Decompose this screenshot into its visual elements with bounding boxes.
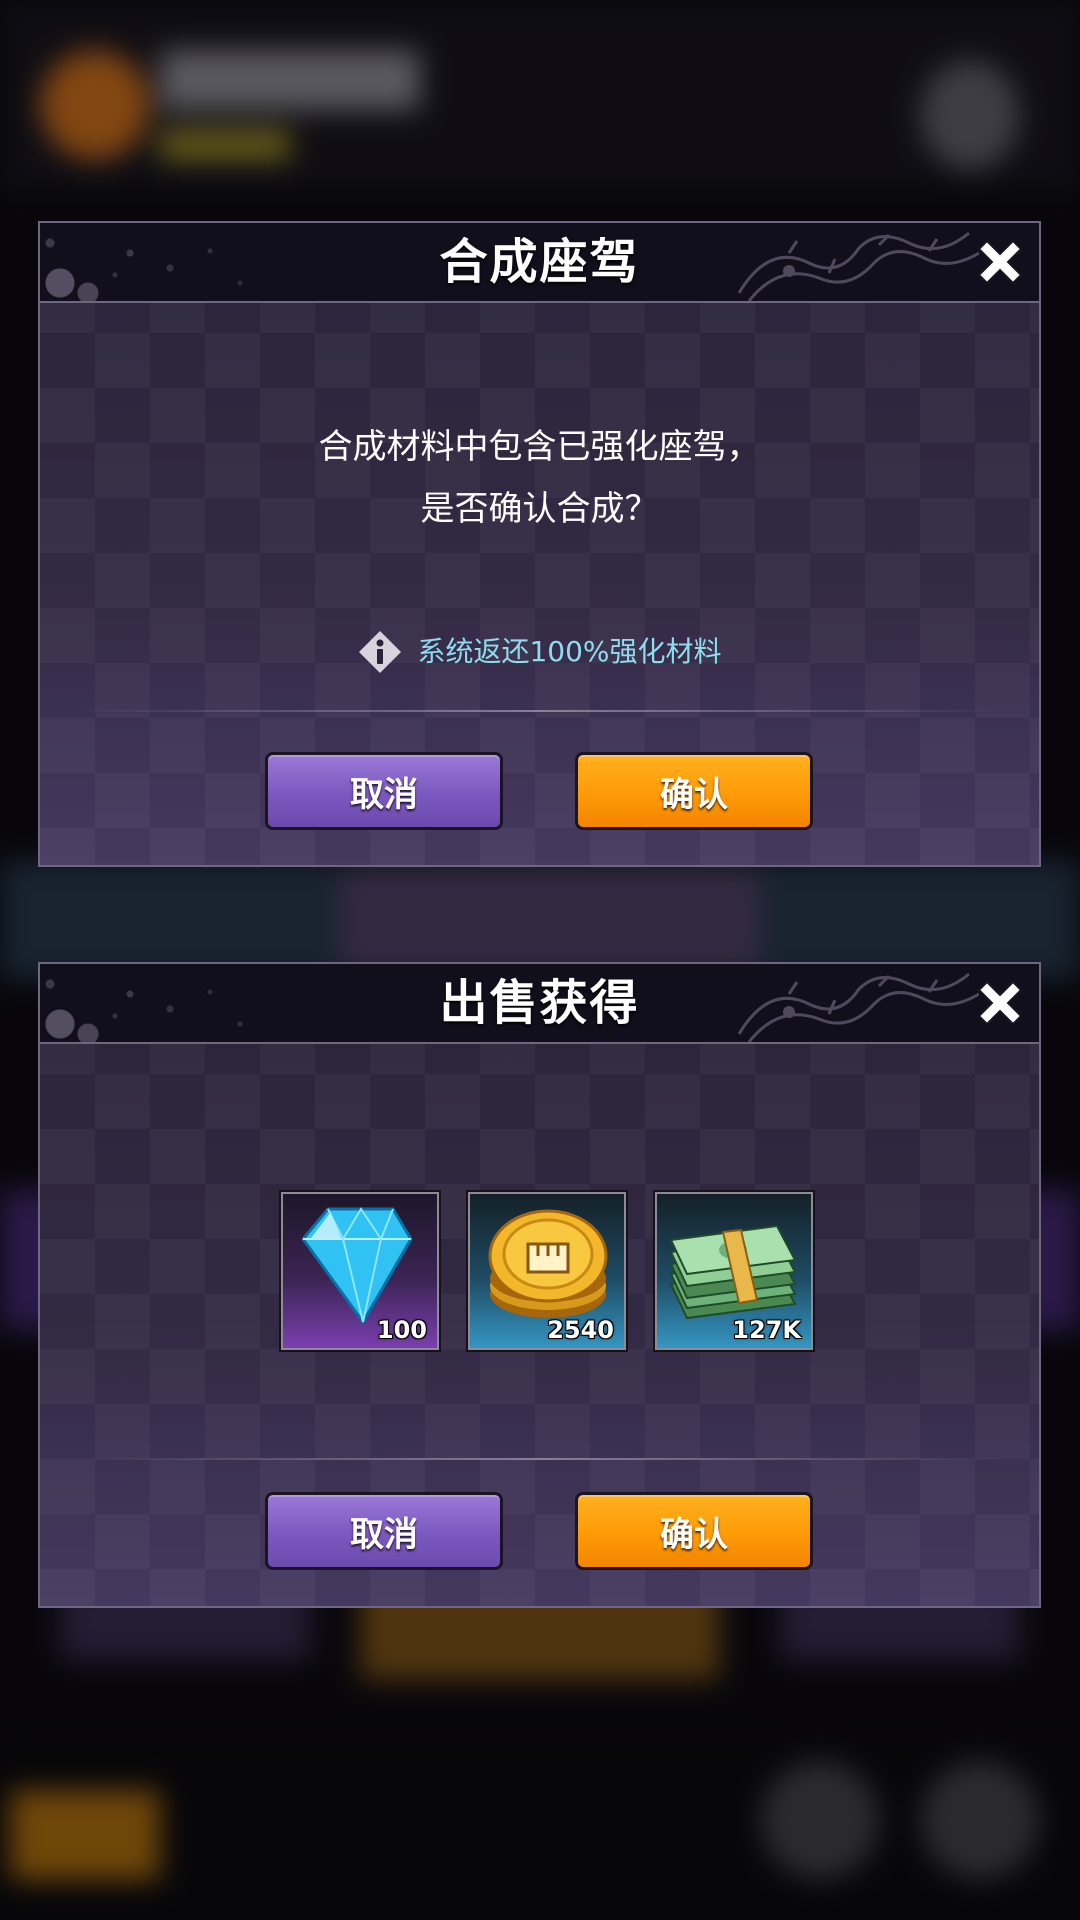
reward-quantity: 127K bbox=[732, 1316, 801, 1344]
cancel-button[interactable]: 取消 bbox=[265, 752, 503, 830]
refund-notice: 系统返还100%强化材料 bbox=[40, 628, 1039, 674]
reward-quantity: 100 bbox=[376, 1316, 427, 1344]
sell-rewards-dialog: 出售获得 100 2540 127K 取消 确认 bbox=[38, 962, 1041, 1608]
close-x-icon[interactable] bbox=[973, 235, 1027, 289]
message-line-1: 合成材料中包含已强化座驾， bbox=[318, 427, 761, 467]
dialog-title: 合成座驾 bbox=[439, 234, 640, 290]
confirm-button[interactable]: 确认 bbox=[575, 1492, 813, 1570]
cancel-button[interactable]: 取消 bbox=[265, 1492, 503, 1570]
confirm-button[interactable]: 确认 bbox=[575, 752, 813, 830]
close-x-icon[interactable] bbox=[973, 976, 1027, 1030]
reward-quantity: 2540 bbox=[547, 1316, 614, 1344]
dialog-header: 合成座驾 bbox=[40, 223, 1039, 303]
dialog-header: 出售获得 bbox=[40, 964, 1039, 1044]
confirm-message: 合成材料中包含已强化座驾， 是否确认合成？ bbox=[40, 416, 1039, 540]
reward-item-cash[interactable]: 127K bbox=[653, 1190, 815, 1352]
dialog-title: 出售获得 bbox=[439, 975, 640, 1031]
merge-vehicle-dialog: 合成座驾 合成材料中包含已强化座驾， 是否确认合成？ 系统返还100%强化材料 … bbox=[38, 221, 1041, 867]
reward-item-diamond[interactable]: 100 bbox=[279, 1190, 441, 1352]
message-line-2: 是否确认合成？ bbox=[420, 489, 659, 529]
notice-text: 系统返还100%强化材料 bbox=[417, 635, 722, 668]
divider bbox=[80, 710, 999, 712]
reward-item-gold-coin[interactable]: 2540 bbox=[466, 1190, 628, 1352]
info-diamond-icon bbox=[359, 631, 402, 673]
divider bbox=[80, 1458, 999, 1460]
